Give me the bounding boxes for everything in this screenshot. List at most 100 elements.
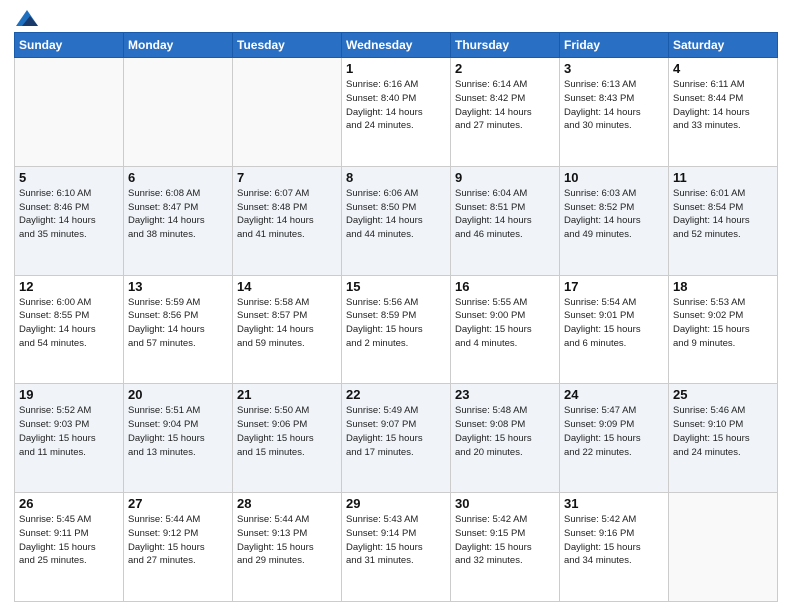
calendar-cell: 27Sunrise: 5:44 AM Sunset: 9:12 PM Dayli…	[124, 493, 233, 602]
calendar-week: 5 Sunrise: 6:10 AM Sunset: 8:46 PM Daylig…	[15, 166, 778, 275]
day-info: Sunrise: 5:47 AM Sunset: 9:09 PM Dayligh…	[564, 404, 664, 459]
weekday-header: Saturday	[669, 33, 778, 58]
calendar-cell: 8 Sunrise: 6:06 AM Sunset: 8:50 PM Daylig…	[342, 166, 451, 275]
weekday-header: Sunday	[15, 33, 124, 58]
page: SundayMondayTuesdayWednesdayThursdayFrid…	[0, 0, 792, 612]
day-number: 20	[128, 387, 228, 402]
day-number: 12	[19, 279, 119, 294]
calendar-cell: 22 Sunrise: 5:49 AM Sunset: 9:07 PM Dayli…	[342, 384, 451, 493]
day-info: Sunrise: 5:55 AM Sunset: 9:00 PM Dayligh…	[455, 296, 555, 351]
day-info: Sunrise: 5:45 AM Sunset: 9:11 PM Dayligh…	[19, 513, 119, 568]
calendar-cell: 20 Sunrise: 5:51 AM Sunset: 9:04 PM Dayli…	[124, 384, 233, 493]
day-number: 6	[128, 170, 228, 185]
day-number: 1	[346, 61, 446, 76]
calendar-cell: 9 Sunrise: 6:04 AM Sunset: 8:51 PM Daylig…	[451, 166, 560, 275]
day-number: 23	[455, 387, 555, 402]
weekday-header: Tuesday	[233, 33, 342, 58]
calendar-week: 1 Sunrise: 6:16 AM Sunset: 8:40 PM Daylig…	[15, 58, 778, 167]
calendar-cell: 28 Sunrise: 5:44 AM Sunset: 9:13 PM Dayli…	[233, 493, 342, 602]
calendar-cell	[669, 493, 778, 602]
calendar-cell: 14 Sunrise: 5:58 AM Sunset: 8:57 PM Dayli…	[233, 275, 342, 384]
calendar-cell: 15Sunrise: 5:56 AM Sunset: 8:59 PM Dayli…	[342, 275, 451, 384]
day-number: 26	[19, 496, 119, 511]
weekday-header: Thursday	[451, 33, 560, 58]
calendar-cell: 4Sunrise: 6:11 AM Sunset: 8:44 PM Daylig…	[669, 58, 778, 167]
calendar-cell: 1 Sunrise: 6:16 AM Sunset: 8:40 PM Daylig…	[342, 58, 451, 167]
weekday-header: Monday	[124, 33, 233, 58]
day-info: Sunrise: 6:04 AM Sunset: 8:51 PM Dayligh…	[455, 187, 555, 242]
calendar-cell: 31 Sunrise: 5:42 AM Sunset: 9:16 PM Dayli…	[560, 493, 669, 602]
day-info: Sunrise: 6:16 AM Sunset: 8:40 PM Dayligh…	[346, 78, 446, 133]
day-info: Sunrise: 6:01 AM Sunset: 8:54 PM Dayligh…	[673, 187, 773, 242]
day-info: Sunrise: 6:13 AM Sunset: 8:43 PM Dayligh…	[564, 78, 664, 133]
day-info: Sunrise: 5:49 AM Sunset: 9:07 PM Dayligh…	[346, 404, 446, 459]
day-info: Sunrise: 5:50 AM Sunset: 9:06 PM Dayligh…	[237, 404, 337, 459]
calendar-cell: 29Sunrise: 5:43 AM Sunset: 9:14 PM Dayli…	[342, 493, 451, 602]
calendar-cell: 6 Sunrise: 6:08 AM Sunset: 8:47 PM Daylig…	[124, 166, 233, 275]
calendar-cell: 17Sunrise: 5:54 AM Sunset: 9:01 PM Dayli…	[560, 275, 669, 384]
day-number: 2	[455, 61, 555, 76]
day-info: Sunrise: 6:10 AM Sunset: 8:46 PM Dayligh…	[19, 187, 119, 242]
calendar-cell	[124, 58, 233, 167]
weekday-header: Friday	[560, 33, 669, 58]
day-info: Sunrise: 5:48 AM Sunset: 9:08 PM Dayligh…	[455, 404, 555, 459]
calendar-cell: 30Sunrise: 5:42 AM Sunset: 9:15 PM Dayli…	[451, 493, 560, 602]
day-number: 31	[564, 496, 664, 511]
day-number: 8	[346, 170, 446, 185]
day-number: 11	[673, 170, 773, 185]
calendar-table: SundayMondayTuesdayWednesdayThursdayFrid…	[14, 32, 778, 602]
day-info: Sunrise: 6:07 AM Sunset: 8:48 PM Dayligh…	[237, 187, 337, 242]
day-number: 19	[19, 387, 119, 402]
calendar-week: 26 Sunrise: 5:45 AM Sunset: 9:11 PM Dayli…	[15, 493, 778, 602]
calendar-cell: 16 Sunrise: 5:55 AM Sunset: 9:00 PM Dayli…	[451, 275, 560, 384]
header	[14, 10, 778, 26]
calendar-week: 19 Sunrise: 5:52 AM Sunset: 9:03 PM Dayli…	[15, 384, 778, 493]
calendar-cell: 26 Sunrise: 5:45 AM Sunset: 9:11 PM Dayli…	[15, 493, 124, 602]
day-number: 28	[237, 496, 337, 511]
logo-icon	[16, 10, 38, 26]
logo	[14, 10, 38, 26]
calendar-cell: 19 Sunrise: 5:52 AM Sunset: 9:03 PM Dayli…	[15, 384, 124, 493]
day-number: 14	[237, 279, 337, 294]
day-info: Sunrise: 5:42 AM Sunset: 9:16 PM Dayligh…	[564, 513, 664, 568]
day-info: Sunrise: 6:06 AM Sunset: 8:50 PM Dayligh…	[346, 187, 446, 242]
day-number: 10	[564, 170, 664, 185]
calendar-cell	[233, 58, 342, 167]
day-info: Sunrise: 5:58 AM Sunset: 8:57 PM Dayligh…	[237, 296, 337, 351]
day-info: Sunrise: 5:51 AM Sunset: 9:04 PM Dayligh…	[128, 404, 228, 459]
day-info: Sunrise: 5:59 AM Sunset: 8:56 PM Dayligh…	[128, 296, 228, 351]
day-number: 5	[19, 170, 119, 185]
calendar-week: 12Sunrise: 6:00 AM Sunset: 8:55 PM Dayli…	[15, 275, 778, 384]
day-number: 29	[346, 496, 446, 511]
calendar-cell: 18 Sunrise: 5:53 AM Sunset: 9:02 PM Dayli…	[669, 275, 778, 384]
day-number: 3	[564, 61, 664, 76]
calendar-cell: 12Sunrise: 6:00 AM Sunset: 8:55 PM Dayli…	[15, 275, 124, 384]
calendar-cell: 25Sunrise: 5:46 AM Sunset: 9:10 PM Dayli…	[669, 384, 778, 493]
day-number: 16	[455, 279, 555, 294]
weekday-header: Wednesday	[342, 33, 451, 58]
day-number: 17	[564, 279, 664, 294]
day-info: Sunrise: 5:42 AM Sunset: 9:15 PM Dayligh…	[455, 513, 555, 568]
day-number: 22	[346, 387, 446, 402]
day-number: 18	[673, 279, 773, 294]
calendar-cell: 2Sunrise: 6:14 AM Sunset: 8:42 PM Daylig…	[451, 58, 560, 167]
calendar-cell: 11 Sunrise: 6:01 AM Sunset: 8:54 PM Dayli…	[669, 166, 778, 275]
day-number: 24	[564, 387, 664, 402]
day-info: Sunrise: 5:46 AM Sunset: 9:10 PM Dayligh…	[673, 404, 773, 459]
day-number: 27	[128, 496, 228, 511]
day-info: Sunrise: 5:44 AM Sunset: 9:13 PM Dayligh…	[237, 513, 337, 568]
calendar-cell: 5 Sunrise: 6:10 AM Sunset: 8:46 PM Daylig…	[15, 166, 124, 275]
calendar-cell: 3 Sunrise: 6:13 AM Sunset: 8:43 PM Daylig…	[560, 58, 669, 167]
calendar-cell: 10Sunrise: 6:03 AM Sunset: 8:52 PM Dayli…	[560, 166, 669, 275]
header-row: SundayMondayTuesdayWednesdayThursdayFrid…	[15, 33, 778, 58]
day-info: Sunrise: 5:52 AM Sunset: 9:03 PM Dayligh…	[19, 404, 119, 459]
calendar-cell	[15, 58, 124, 167]
calendar-cell: 7 Sunrise: 6:07 AM Sunset: 8:48 PM Daylig…	[233, 166, 342, 275]
day-number: 9	[455, 170, 555, 185]
day-number: 4	[673, 61, 773, 76]
day-number: 15	[346, 279, 446, 294]
calendar-cell: 24 Sunrise: 5:47 AM Sunset: 9:09 PM Dayli…	[560, 384, 669, 493]
day-number: 7	[237, 170, 337, 185]
day-info: Sunrise: 6:08 AM Sunset: 8:47 PM Dayligh…	[128, 187, 228, 242]
day-info: Sunrise: 5:53 AM Sunset: 9:02 PM Dayligh…	[673, 296, 773, 351]
